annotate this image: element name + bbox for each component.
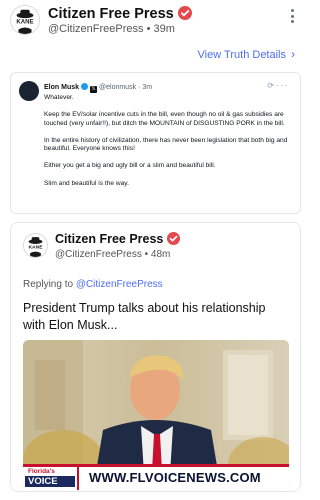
x-post-actions: ⟳··· [267,81,290,90]
post-header: KANE Citizen Free Press @CitizenFreePres… [10,5,303,35]
quoted-author-meta: @CitizenFreePress • 48m [55,249,170,260]
floridas-voice-logo: Florida's VOICE [25,468,75,488]
quoted-author-name[interactable]: Citizen Free Press [55,232,181,246]
reply-prefix: Replying to [23,279,74,290]
x-verified-badge-icon [81,83,89,90]
banner-divider [77,467,79,490]
video-thumbnail[interactable]: Florida's VOICE WWW.FLVOICENEWS.COM [23,340,289,490]
lower-third-banner: Florida's VOICE WWW.FLVOICENEWS.COM [23,464,289,490]
ellipsis-icon[interactable]: ··· [276,81,290,90]
avatar-wordmark: KANE [16,20,33,26]
verified-badge-icon [177,6,192,20]
x-author-name[interactable]: Elon Musk [44,84,79,91]
author-handle[interactable]: @CitizenFreePress [48,23,144,35]
view-truth-details-link[interactable]: View Truth Details › [198,47,295,61]
x-paragraph: Keep the EV/solar incentive cuts in the … [44,111,285,127]
reply-to-link[interactable]: @CitizenFreePress [76,279,163,290]
author-meta: @CitizenFreePress • 39m [48,23,175,35]
x-paragraph: Slim and beautiful is the way. [44,179,129,187]
x-post-body: Whatever. Keep the EV/solar incentive cu… [44,94,294,197]
quoted-author-name-text[interactable]: Citizen Free Press [55,232,163,246]
chevron-right-icon: › [291,47,295,61]
more-options-icon[interactable] [289,9,295,25]
quoted-author-avatar[interactable]: KANE [23,233,48,258]
x-author-handle[interactable]: @elonmusk [99,84,136,91]
author-name-text[interactable]: Citizen Free Press [48,6,174,22]
x-paragraph: Either you get a big and ugly bill or a … [44,162,216,170]
author-avatar[interactable]: KANE [10,5,40,35]
quoted-post-time[interactable]: 48m [151,249,170,260]
view-truth-details-label[interactable]: View Truth Details [198,49,286,61]
quoted-post-text: President Trump talks about his relation… [23,301,266,332]
x-logo-icon: 𝕏 [90,86,98,93]
quoted-avatar-wordmark: KANE [28,245,43,251]
quoted-post-card[interactable]: KANE Citizen Free Press @CitizenFreePres… [10,222,301,492]
logo-line-2: VOICE [25,476,75,487]
logo-line-1: Florida's [28,468,55,475]
reply-context: Replying to @CitizenFreePress [23,279,163,290]
quoted-author-handle[interactable]: @CitizenFreePress [55,249,142,260]
meta-separator: • [146,23,151,35]
x-paragraph: In the entire history of civilization, t… [44,136,288,153]
x-paragraph: Whatever. [44,94,74,101]
embedded-x-post[interactable]: Elon Musk 𝕏 @elonmusk · 3m ⟳··· Whatever. … [10,72,301,214]
x-post-header: Elon Musk 𝕏 @elonmusk · 3m [44,83,153,93]
author-name[interactable]: Citizen Free Press [48,6,192,22]
quoted-meta-separator: • [144,249,149,260]
banner-url: WWW.FLVOICENEWS.COM [89,470,261,485]
x-author-avatar[interactable] [19,81,39,101]
x-post-time: 3m [142,84,153,91]
grok-icon[interactable]: ⟳ [267,81,276,90]
verified-badge-icon [167,232,181,245]
post-time[interactable]: 39m [154,23,175,35]
